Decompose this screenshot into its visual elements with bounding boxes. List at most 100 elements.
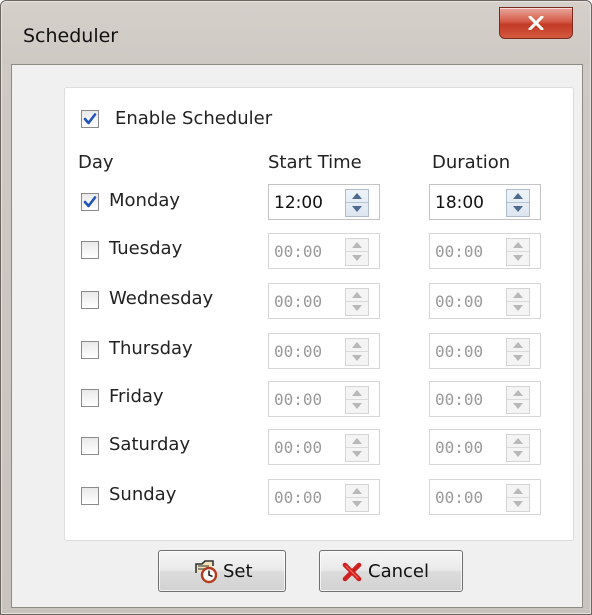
- spin-up-icon: [513, 342, 523, 348]
- wednesday-start-spin-buttons[interactable]: [345, 288, 369, 316]
- close-icon: [528, 16, 544, 30]
- spin-down-icon: [352, 206, 362, 212]
- checkmark-icon: [83, 113, 97, 125]
- spin-down-icon: [513, 206, 523, 212]
- sunday-checkbox[interactable]: [81, 487, 99, 505]
- tuesday-label[interactable]: Tuesday: [109, 238, 182, 259]
- saturday-start-time-spinner[interactable]: 00:00: [268, 429, 380, 465]
- sunday-start-time-spinner[interactable]: 00:00: [268, 479, 380, 515]
- set-button[interactable]: Set: [158, 550, 286, 592]
- friday-duration-spin-buttons[interactable]: [506, 386, 530, 414]
- spin-up-icon: [513, 488, 523, 494]
- sunday-duration-value[interactable]: 00:00: [435, 488, 483, 507]
- monday-duration-spinner[interactable]: 18:00: [429, 184, 541, 220]
- set-button-label: Set: [223, 561, 253, 582]
- friday-start-time-spinner[interactable]: 00:00: [268, 381, 380, 417]
- thursday-start-spin-buttons[interactable]: [345, 338, 369, 366]
- window-title: Scheduler: [23, 25, 119, 47]
- spin-up-icon: [513, 438, 523, 444]
- sunday-duration-spinner[interactable]: 00:00: [429, 479, 541, 515]
- sunday-start-spin-buttons[interactable]: [345, 484, 369, 512]
- wednesday-start-time-value[interactable]: 00:00: [274, 292, 322, 311]
- tuesday-start-time-spinner[interactable]: 00:00: [268, 233, 380, 269]
- friday-duration-spinner[interactable]: 00:00: [429, 381, 541, 417]
- enable-scheduler-checkbox[interactable]: [81, 110, 99, 128]
- saturday-start-spin-buttons[interactable]: [345, 434, 369, 462]
- spin-up-icon: [352, 488, 362, 494]
- wednesday-duration-value[interactable]: 00:00: [435, 292, 483, 311]
- thursday-start-time-value[interactable]: 00:00: [274, 342, 322, 361]
- saturday-duration-spinner[interactable]: 00:00: [429, 429, 541, 465]
- spin-up-icon: [352, 242, 362, 248]
- spin-down-icon: [352, 501, 362, 507]
- saturday-checkbox[interactable]: [81, 437, 99, 455]
- friday-start-time-value[interactable]: 00:00: [274, 390, 322, 409]
- dialog-body: Enable Scheduler Day Start Time Duration…: [11, 64, 583, 608]
- spin-down-icon: [513, 451, 523, 457]
- monday-duration-spin-buttons[interactable]: [506, 189, 530, 217]
- saturday-duration-spin-buttons[interactable]: [506, 434, 530, 462]
- friday-start-spin-buttons[interactable]: [345, 386, 369, 414]
- wednesday-duration-spinner[interactable]: 00:00: [429, 283, 541, 319]
- header-day: Day: [78, 152, 114, 173]
- cancel-button[interactable]: Cancel: [319, 550, 463, 592]
- sunday-label[interactable]: Sunday: [109, 484, 176, 505]
- clock-schedule-icon: [195, 560, 218, 584]
- spin-down-icon: [513, 355, 523, 361]
- spin-down-icon: [352, 255, 362, 261]
- tuesday-start-time-value[interactable]: 00:00: [274, 242, 322, 261]
- monday-checkbox[interactable]: [81, 193, 99, 211]
- spin-down-icon: [352, 355, 362, 361]
- monday-duration-value[interactable]: 18:00: [435, 193, 484, 213]
- saturday-start-time-value[interactable]: 00:00: [274, 438, 322, 457]
- wednesday-checkbox[interactable]: [81, 291, 99, 309]
- tuesday-duration-spinner[interactable]: 00:00: [429, 233, 541, 269]
- wednesday-start-time-spinner[interactable]: 00:00: [268, 283, 380, 319]
- spin-down-icon: [352, 451, 362, 457]
- thursday-start-time-spinner[interactable]: 00:00: [268, 333, 380, 369]
- tuesday-checkbox[interactable]: [81, 241, 99, 259]
- thursday-duration-value[interactable]: 00:00: [435, 342, 483, 361]
- checkmark-icon: [83, 196, 97, 208]
- header-duration: Duration: [432, 152, 511, 173]
- spin-up-icon: [352, 438, 362, 444]
- spin-up-icon: [513, 193, 523, 199]
- spin-up-icon: [513, 390, 523, 396]
- monday-start-time-spinner[interactable]: 12:00: [268, 184, 380, 220]
- spin-down-icon: [352, 305, 362, 311]
- thursday-duration-spin-buttons[interactable]: [506, 338, 530, 366]
- tuesday-duration-spin-buttons[interactable]: [506, 238, 530, 266]
- spin-up-icon: [352, 390, 362, 396]
- close-button[interactable]: [499, 7, 573, 39]
- friday-duration-value[interactable]: 00:00: [435, 390, 483, 409]
- wednesday-duration-spin-buttons[interactable]: [506, 288, 530, 316]
- thursday-label[interactable]: Thursday: [109, 338, 193, 359]
- red-x-icon: [342, 562, 362, 582]
- monday-start-spin-buttons[interactable]: [345, 189, 369, 217]
- thursday-checkbox[interactable]: [81, 341, 99, 359]
- sunday-duration-spin-buttons[interactable]: [506, 484, 530, 512]
- tuesday-duration-value[interactable]: 00:00: [435, 242, 483, 261]
- schedule-panel: Enable Scheduler Day Start Time Duration…: [64, 87, 574, 541]
- spin-down-icon: [352, 403, 362, 409]
- spin-down-icon: [513, 501, 523, 507]
- thursday-duration-spinner[interactable]: 00:00: [429, 333, 541, 369]
- saturday-label[interactable]: Saturday: [109, 434, 190, 455]
- spin-down-icon: [513, 403, 523, 409]
- spin-up-icon: [352, 193, 362, 199]
- wednesday-label[interactable]: Wednesday: [109, 288, 213, 309]
- spin-up-icon: [513, 292, 523, 298]
- friday-label[interactable]: Friday: [109, 386, 164, 407]
- tuesday-start-spin-buttons[interactable]: [345, 238, 369, 266]
- spin-up-icon: [352, 292, 362, 298]
- header-start-time: Start Time: [268, 152, 362, 173]
- monday-start-time-value[interactable]: 12:00: [274, 193, 323, 213]
- friday-checkbox[interactable]: [81, 389, 99, 407]
- spin-down-icon: [513, 305, 523, 311]
- saturday-duration-value[interactable]: 00:00: [435, 438, 483, 457]
- enable-scheduler-label[interactable]: Enable Scheduler: [115, 108, 272, 129]
- spin-up-icon: [513, 242, 523, 248]
- sunday-start-time-value[interactable]: 00:00: [274, 488, 322, 507]
- spin-up-icon: [352, 342, 362, 348]
- monday-label[interactable]: Monday: [109, 190, 180, 211]
